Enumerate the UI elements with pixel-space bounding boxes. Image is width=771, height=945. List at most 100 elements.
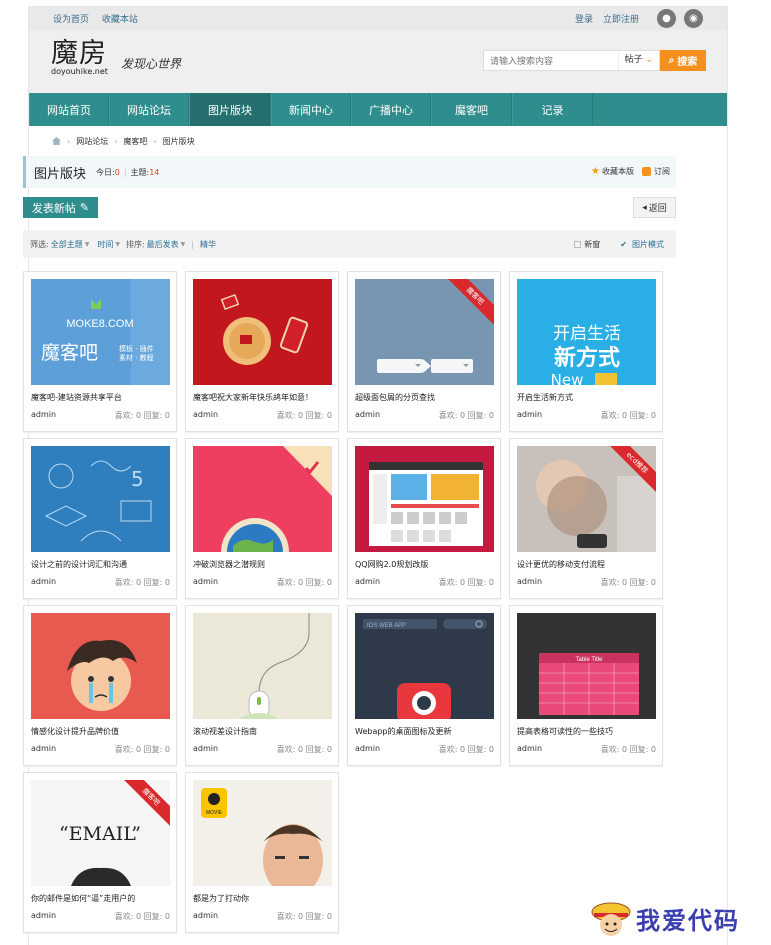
picture-card[interactable]: QQ网购2.0规划改版 admin 喜欢: 0 回复: 0 [347,438,501,599]
svg-text:5: 5 [131,467,144,491]
new-window-checkbox[interactable] [574,240,582,248]
picture-card[interactable]: 滚动视差设计指南 admin 喜欢: 0 回复: 0 [185,605,339,766]
picture-card[interactable]: Table Title 提高表格可读性的一些技巧 admin 喜欢: 0 回复: … [509,605,663,766]
card-thumbnail[interactable]: MOVIE [193,780,332,886]
nav-item-records[interactable]: 记录 [512,93,593,126]
home-icon[interactable] [52,137,61,145]
nav-item-home[interactable]: 网站首页 [29,93,109,126]
card-title[interactable]: QQ网购2.0规划改版 [355,559,428,570]
card-footer: admin 喜欢: 0 回复: 0 [31,911,170,922]
weibo-icon[interactable]: ◉ [684,8,703,28]
card-thumbnail[interactable]: Table Title [517,613,656,719]
breadcrumb-moke[interactable]: 魔客吧 [123,136,147,147]
card-author[interactable]: admin [355,577,380,588]
card-title[interactable]: 设计之前的设计词汇和沟通 [31,559,127,570]
chevron-down-icon: ⌄ [645,55,653,65]
breadcrumb-forum[interactable]: 网站论坛 [76,136,108,147]
card-thumbnail[interactable]: MOKE8.COM 魔客吧 模板 · 插件素材 · 教程 [31,279,170,385]
crying-character-image [31,613,170,719]
filter-sort[interactable]: 最后发表 [147,239,179,250]
search-button[interactable]: ⌕ 搜索 [660,50,706,71]
card-stats: 喜欢: 0 回复: 0 [600,578,656,587]
card-thumbnail[interactable]: IOS WEB APP [355,613,494,719]
qq-shopping-image [355,446,494,552]
card-stats: 喜欢: 0 回复: 0 [114,745,170,754]
card-author[interactable]: admin [355,410,380,421]
card-thumbnail[interactable] [355,446,494,552]
picture-card[interactable]: 5 设计之前的设计词汇和沟通 admin 喜欢: 0 回复: 0 [23,438,177,599]
card-title[interactable]: 都是为了打动你 [193,893,249,904]
card-title[interactable]: 超级面包屑的分页查找 [355,392,435,403]
set-home-link[interactable]: 设为首页 [53,15,89,25]
card-author[interactable]: admin [517,744,542,755]
card-author[interactable]: admin [355,744,380,755]
filter-digest[interactable]: 精华 [200,239,216,250]
search-input[interactable] [484,51,618,70]
nav-item-pictures[interactable]: 图片版块 [189,93,271,126]
nav-item-moke[interactable]: 魔客吧 [431,93,512,126]
card-title[interactable]: 冲破浏览器之潜规则 [193,559,265,570]
card-author[interactable]: admin [193,744,218,755]
picture-card[interactable]: MOVIE 都是为了打动你 admin 喜欢: 0 回复: 0 [185,772,339,933]
picture-card[interactable]: ecd推荐 设计更优的移动支付流程 admin 喜欢: 0 回复: 0 [509,438,663,599]
card-thumbnail[interactable] [31,613,170,719]
card-stats: 喜欢: 0 回复: 0 [600,745,656,754]
logo-domain: doyouhike.net [51,67,108,76]
qq-icon[interactable]: ● [657,8,676,28]
filter-all-topics[interactable]: 全部主题 [51,239,83,250]
site-logo[interactable]: 魔房 doyouhike.net [51,39,108,77]
nav-item-forum[interactable]: 网站论坛 [109,93,189,126]
card-author[interactable]: admin [517,577,542,588]
card-thumbnail[interactable] [193,613,332,719]
card-author[interactable]: admin [31,577,56,588]
card-title[interactable]: 你的邮件是如何“逼”走用户的 [31,893,135,904]
card-thumbnail[interactable]: ecd推荐 [517,446,656,552]
card-title[interactable]: 滚动视差设计指南 [193,726,257,737]
card-thumbnail[interactable]: 开启生活 新方式 New [517,279,656,385]
card-title[interactable]: 设计更优的移动支付流程 [517,559,605,570]
card-title[interactable]: 魔客吧祝大家新年快乐鸪年如意！ [193,392,313,403]
login-link[interactable]: 登录 [575,12,593,25]
back-button[interactable]: ◂ 返回 [633,197,676,218]
picture-card[interactable]: 开启生活 新方式 New 开启生活新方式 admin 喜欢: 0 回复: 0 [509,271,663,432]
topics-label: 主题: [130,167,150,177]
card-author[interactable]: admin [31,410,56,421]
card-author[interactable]: admin [193,410,218,421]
card-thumbnail[interactable] [193,279,332,385]
picture-card[interactable]: 魔客吧 超级面包屑的分页查找 admin 喜欢: 0 回复: 0 [347,271,501,432]
card-thumbnail[interactable] [193,446,332,552]
checkmark-icon: ✔ [620,239,627,249]
card-author[interactable]: admin [31,744,56,755]
register-link[interactable]: 立即注册 [603,12,639,25]
card-author[interactable]: admin [193,911,218,922]
watermark-text: 我爱代码 [636,905,740,935]
card-author[interactable]: admin [31,911,56,922]
picture-card[interactable]: 情感化设计提升品牌价值 admin 喜欢: 0 回复: 0 [23,605,177,766]
subscribe-link[interactable]: 订阅 [654,166,670,177]
card-author[interactable]: admin [193,577,218,588]
picture-card[interactable]: MOKE8.COM 魔客吧 模板 · 插件素材 · 教程 魔客吧-建站资源共享平… [23,271,177,432]
nav-item-news[interactable]: 新闻中心 [271,93,351,126]
picture-card[interactable]: “EMAIL” 魔客吧 你的邮件是如何“逼”走用户的 admin 喜欢: 0 回复… [23,772,177,933]
filter-time[interactable]: 时间 [97,239,113,250]
card-thumbnail[interactable]: 5 [31,446,170,552]
picture-card[interactable]: 魔客吧祝大家新年快乐鸪年如意！ admin 喜欢: 0 回复: 0 [185,271,339,432]
favorite-forum-link[interactable]: 收藏本版 [602,166,634,177]
picture-card[interactable]: IOS WEB APP Webapp的桌面图标及更新 admin 喜欢: 0 回复… [347,605,501,766]
picture-mode-toggle[interactable]: 图片模式 [632,239,664,250]
bookmark-link[interactable]: 收藏本站 [102,15,138,25]
search-type-select[interactable]: 帖子 ⌄ [617,51,659,70]
card-thumbnail[interactable]: 魔客吧 [355,279,494,385]
card-title[interactable]: 开启生活新方式 [517,392,573,403]
card-thumbnail[interactable]: “EMAIL” 魔客吧 [31,780,170,886]
card-title[interactable]: Webapp的桌面图标及更新 [355,726,452,737]
card-footer: admin 喜欢: 0 回复: 0 [193,577,332,588]
picture-card[interactable]: 冲破浏览器之潜规则 admin 喜欢: 0 回复: 0 [185,438,339,599]
card-title[interactable]: 情感化设计提升品牌价值 [31,726,119,737]
new-post-button[interactable]: 发表新帖 ✎ [23,197,98,218]
card-title[interactable]: 提高表格可读性的一些技巧 [517,726,613,737]
card-author[interactable]: admin [517,410,542,421]
nav-item-broadcast[interactable]: 广播中心 [351,93,431,126]
card-title[interactable]: 魔客吧-建站资源共享平台 [31,392,122,403]
table-title-text: Table Title [575,657,603,663]
